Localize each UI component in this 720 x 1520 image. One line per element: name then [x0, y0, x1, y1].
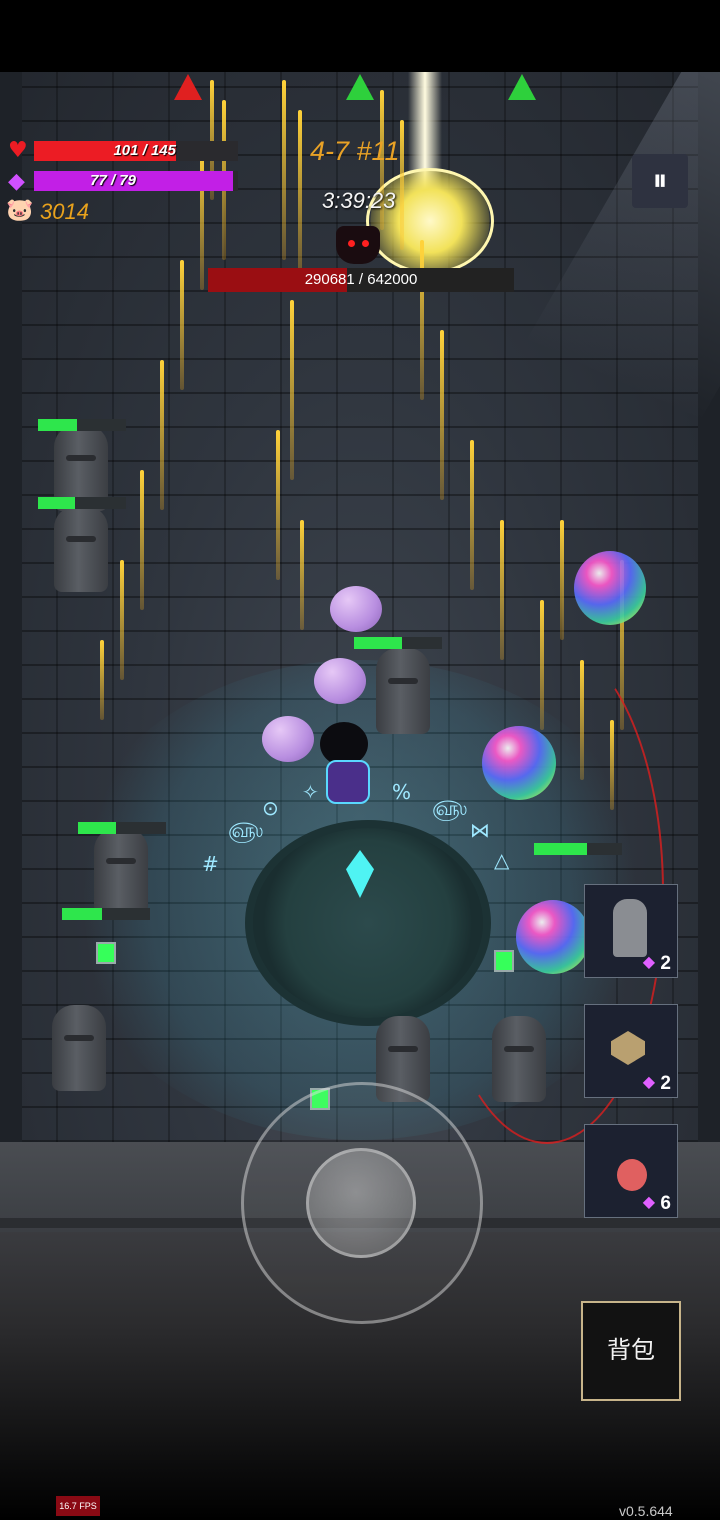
rainbow-orb — [482, 726, 556, 800]
enemy-hp-fill — [38, 497, 75, 509]
item-count: 6 — [660, 1193, 671, 1214]
bag-button[interactable]: 背包 — [581, 1301, 681, 1401]
pig-icon: 🐷 — [6, 198, 34, 223]
projectile-streak — [420, 240, 424, 400]
projectile-streak — [120, 560, 124, 680]
rainbow-orb — [516, 900, 590, 974]
projectile-streak — [400, 120, 404, 250]
inventory-slot-potion[interactable]: ◆ 6 — [584, 1124, 678, 1218]
rainbow-orb — [574, 551, 646, 625]
projectile-streak — [470, 440, 474, 590]
fps-counter: 16.7 FPS — [56, 1496, 100, 1516]
enemy-hp-fill — [534, 843, 587, 855]
inventory-slot-crystal-die[interactable]: ◆ 2 — [584, 1004, 678, 1098]
purple-slime-enemy — [330, 586, 382, 632]
golden-portal — [366, 168, 494, 274]
statue-enemy — [54, 506, 108, 592]
run-timer: 3:39:23 — [322, 188, 396, 213]
enemy-direction-indicator — [174, 74, 202, 100]
projectile-streak — [290, 300, 294, 480]
enemy-hp-fill — [354, 637, 403, 649]
mana-bar: 77 / 79 — [34, 171, 238, 191]
statue-item-icon — [613, 899, 647, 957]
pause-icon: ⏸ — [652, 163, 668, 198]
ally-direction-indicator — [346, 74, 374, 100]
statue-enemy — [492, 1016, 546, 1102]
enemy-hp-bar — [534, 843, 622, 855]
projectile-streak — [440, 330, 444, 500]
projectile-streak — [180, 260, 184, 390]
stage-label: 4-7 #11 — [310, 136, 400, 166]
enemy-hp-bar — [78, 822, 166, 834]
statue-enemy — [376, 648, 430, 734]
statue-enemy — [52, 1005, 106, 1091]
projectile-streak — [276, 430, 280, 580]
coin-count: 3014 — [40, 199, 89, 224]
projectile-streak — [500, 520, 504, 660]
rune-icon: ✧ — [302, 780, 319, 804]
hp-text: 101 / 145 — [113, 142, 176, 159]
boss-eye — [348, 240, 355, 247]
item-count: 2 — [660, 953, 671, 974]
diamond-icon: ◆ — [8, 169, 25, 194]
rune-icon: ௵ — [228, 818, 264, 842]
rune-icon: △ — [494, 848, 510, 872]
rune-icon: # — [202, 852, 219, 876]
player-body — [326, 760, 370, 804]
joystick-knob[interactable] — [306, 1148, 416, 1258]
statue-enemy — [94, 828, 148, 914]
altar — [245, 820, 491, 1026]
rune-icon: % — [392, 780, 412, 804]
projectile-streak — [282, 80, 286, 260]
gem-icon: ◆ — [642, 1072, 655, 1091]
projectile-streak — [560, 520, 564, 640]
ally-direction-indicator — [508, 74, 536, 100]
enemy-hp-bar — [38, 419, 126, 431]
projectile-streak — [300, 520, 304, 630]
projectile-streak — [100, 640, 104, 720]
green-drone — [96, 942, 116, 964]
pause-button[interactable]: ⏸ — [632, 154, 688, 208]
purple-slime-enemy — [314, 658, 366, 704]
left-wall — [0, 72, 22, 1142]
rune-icon: ⊙ — [262, 796, 279, 820]
purple-slime-enemy — [262, 716, 314, 762]
heart-icon: ♥ — [8, 138, 28, 163]
enemy-hp-bar — [38, 497, 126, 509]
hp-bar: 101 / 145 — [34, 141, 238, 161]
gem-icon: ◆ — [642, 952, 655, 971]
gem-icon: ◆ — [642, 1192, 655, 1211]
boss-icon — [336, 226, 380, 264]
boss-hp-bar: 290681 / 642000 — [208, 268, 514, 292]
projectile-streak — [160, 360, 164, 510]
green-drone — [494, 950, 514, 972]
enemy-hp-bar — [354, 637, 442, 649]
enemy-hp-fill — [78, 822, 116, 834]
potion-item-icon — [617, 1159, 647, 1191]
item-count: 2 — [660, 1073, 671, 1094]
enemy-hp-fill — [38, 419, 77, 431]
crystal-die-item-icon — [611, 1031, 645, 1065]
boss-eye — [362, 240, 369, 247]
rune-icon: ௵ — [432, 796, 468, 820]
mana-text: 77 / 79 — [90, 172, 136, 189]
rune-icon: ⋈ — [470, 818, 490, 842]
version-label: v0.5.644 — [619, 1503, 673, 1519]
inventory-slot-statue[interactable]: ◆ 2 — [584, 884, 678, 978]
enemy-hp-bar — [62, 908, 150, 920]
projectile-streak — [140, 470, 144, 610]
enemy-hp-fill — [62, 908, 102, 920]
player-character — [318, 722, 376, 804]
projectile-streak — [298, 110, 302, 280]
boss-hp-text: 290681 / 642000 — [304, 271, 418, 288]
